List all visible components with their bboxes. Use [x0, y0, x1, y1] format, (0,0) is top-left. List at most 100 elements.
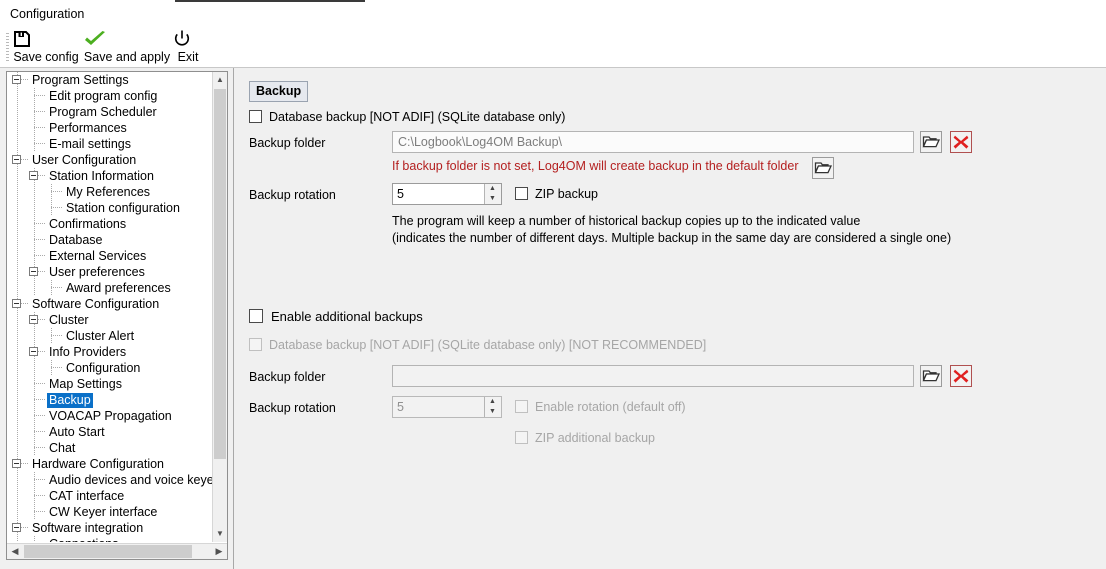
backup-rotation-stepper[interactable]: 5 ▲ ▼ [392, 183, 502, 205]
sidebar-item-map-settings[interactable]: Map Settings [7, 376, 213, 392]
sidebar-item-audio-devices-and-voice-keye[interactable]: Audio devices and voice keye [7, 472, 213, 488]
sidebar-item-configuration[interactable]: Configuration [7, 360, 213, 376]
tree-connector [34, 511, 46, 512]
scroll-up-icon[interactable]: ▲ [213, 72, 227, 88]
scroll-left-icon[interactable]: ◀ [7, 544, 23, 559]
tree-expander-toggle[interactable] [12, 299, 21, 308]
sidebar-item-label: Software integration [32, 521, 144, 535]
tree-guide-line [34, 216, 35, 232]
sidebar-item-database[interactable]: Database [7, 232, 213, 248]
sidebar-item-label: Map Settings [49, 377, 122, 391]
sidebar-item-label: Program Settings [32, 73, 129, 87]
save-config-label: Save config [13, 50, 79, 64]
tree-guide-line [34, 136, 35, 152]
sidebar-item-my-references[interactable]: My References [7, 184, 213, 200]
backup-folder-clear-button[interactable] [950, 131, 972, 153]
backup-folder-browse-button[interactable] [920, 131, 942, 153]
zip-additional-backup-checkbox[interactable] [515, 431, 528, 444]
spin-up-icon[interactable]: ▲ [485, 397, 500, 407]
toolbar-grip[interactable] [6, 33, 9, 63]
enable-rotation-checkbox[interactable] [515, 400, 528, 413]
tree-guide-line [51, 184, 52, 200]
sidebar-item-chat[interactable]: Chat [7, 440, 213, 456]
tree-expander-toggle[interactable] [12, 459, 21, 468]
rotation-help-line-2: (indicates the number of different days.… [392, 231, 952, 245]
tree-expander-toggle[interactable] [12, 75, 21, 84]
zip-backup-checkbox[interactable] [515, 187, 528, 200]
sidebar-item-cluster[interactable]: Cluster [7, 312, 213, 328]
sidebar-item-station-information[interactable]: Station Information [7, 168, 213, 184]
sidebar-item-user-preferences[interactable]: User preferences [7, 264, 213, 280]
sidebar-item-e-mail-settings[interactable]: E-mail settings [7, 136, 213, 152]
backup-rotation-spin-buttons[interactable]: ▲ ▼ [484, 184, 501, 204]
backup-rotation-value: 5 [397, 187, 404, 201]
backup-folder-label: Backup folder [249, 136, 326, 150]
sidebar-item-program-scheduler[interactable]: Program Scheduler [7, 104, 213, 120]
additional-backup-folder-clear-button[interactable] [950, 365, 972, 387]
sidebar-item-cluster-alert[interactable]: Cluster Alert [7, 328, 213, 344]
tree-connector [34, 255, 46, 256]
enable-additional-backups-checkbox[interactable] [249, 309, 263, 323]
tree-connector [51, 191, 63, 192]
scroll-right-icon[interactable]: ▶ [211, 544, 227, 559]
tree-expander-toggle[interactable] [12, 523, 21, 532]
additional-database-backup-checkbox[interactable] [249, 338, 262, 351]
sidebar-item-software-configuration[interactable]: Software Configuration [7, 296, 213, 312]
tree-expander-toggle[interactable] [29, 315, 38, 324]
red-x-icon [953, 135, 969, 149]
tree-guide-line [17, 264, 18, 280]
database-backup-checkbox[interactable] [249, 110, 262, 123]
spin-down-icon[interactable]: ▼ [485, 194, 500, 204]
tree-horizontal-scrollbar[interactable]: ◀ ▶ [7, 543, 227, 559]
sidebar-item-label: Award preferences [66, 281, 171, 295]
tree-expander-toggle[interactable] [12, 155, 21, 164]
sidebar-item-label: VOACAP Propagation [49, 409, 172, 423]
sidebar-item-info-providers[interactable]: Info Providers [7, 344, 213, 360]
sidebar-item-cat-interface[interactable]: CAT interface [7, 488, 213, 504]
save-and-apply-button[interactable]: Save and apply [83, 29, 171, 67]
default-folder-browse-button[interactable] [812, 157, 834, 179]
sidebar-item-confirmations[interactable]: Confirmations [7, 216, 213, 232]
tree-vertical-scroll-thumb[interactable] [214, 89, 226, 459]
backup-folder-input[interactable]: C:\Logbook\Log4OM Backup\ [392, 131, 914, 153]
exit-button[interactable]: Exit [172, 29, 204, 67]
additional-backup-rotation-stepper[interactable]: 5 ▲ ▼ [392, 396, 502, 418]
spin-down-icon[interactable]: ▼ [485, 407, 500, 417]
tree-expander-toggle[interactable] [29, 347, 38, 356]
additional-backup-folder-browse-button[interactable] [920, 365, 942, 387]
exit-label: Exit [177, 50, 199, 64]
tree-guide-line [34, 232, 35, 248]
sidebar-item-program-settings[interactable]: Program Settings [7, 72, 213, 88]
folder-open-icon [814, 162, 833, 174]
sidebar-item-hardware-configuration[interactable]: Hardware Configuration [7, 456, 213, 472]
sidebar-item-user-configuration[interactable]: User Configuration [7, 152, 213, 168]
sidebar-item-performances[interactable]: Performances [7, 120, 213, 136]
sidebar-item-auto-start[interactable]: Auto Start [7, 424, 213, 440]
additional-backup-folder-input[interactable] [392, 365, 914, 387]
tree-connector [34, 127, 46, 128]
tree-vertical-scrollbar[interactable]: ▲ ▼ [212, 72, 227, 542]
sidebar-item-voacap-propagation[interactable]: VOACAP Propagation [7, 408, 213, 424]
additional-rotation-spin-buttons[interactable]: ▲ ▼ [484, 397, 501, 417]
tree-guide-line [34, 248, 35, 264]
sidebar-item-award-preferences[interactable]: Award preferences [7, 280, 213, 296]
tree-connector [34, 479, 46, 480]
sidebar-item-connections[interactable]: Connections [7, 536, 213, 542]
tree-expander-toggle[interactable] [29, 267, 38, 276]
tree-horizontal-scroll-thumb[interactable] [24, 545, 192, 558]
tree-connector [34, 431, 46, 432]
spin-up-icon[interactable]: ▲ [485, 184, 500, 194]
sidebar-item-external-services[interactable]: External Services [7, 248, 213, 264]
sidebar-item-backup[interactable]: Backup [7, 392, 213, 408]
sidebar-item-software-integration[interactable]: Software integration [7, 520, 213, 536]
backup-folder-warning-text: If backup folder is not set, Log4OM will… [392, 159, 799, 173]
tree-guide-line [17, 104, 18, 120]
floppy-disk-icon [12, 29, 80, 49]
sidebar-item-station-configuration[interactable]: Station configuration [7, 200, 213, 216]
sidebar-item-edit-program-config[interactable]: Edit program config [7, 88, 213, 104]
scroll-down-icon[interactable]: ▼ [213, 526, 227, 542]
sidebar-item-cw-keyer-interface[interactable]: CW Keyer interface [7, 504, 213, 520]
tree-guide-line [17, 408, 18, 424]
tree-expander-toggle[interactable] [29, 171, 38, 180]
save-config-button[interactable]: Save config [12, 29, 80, 67]
